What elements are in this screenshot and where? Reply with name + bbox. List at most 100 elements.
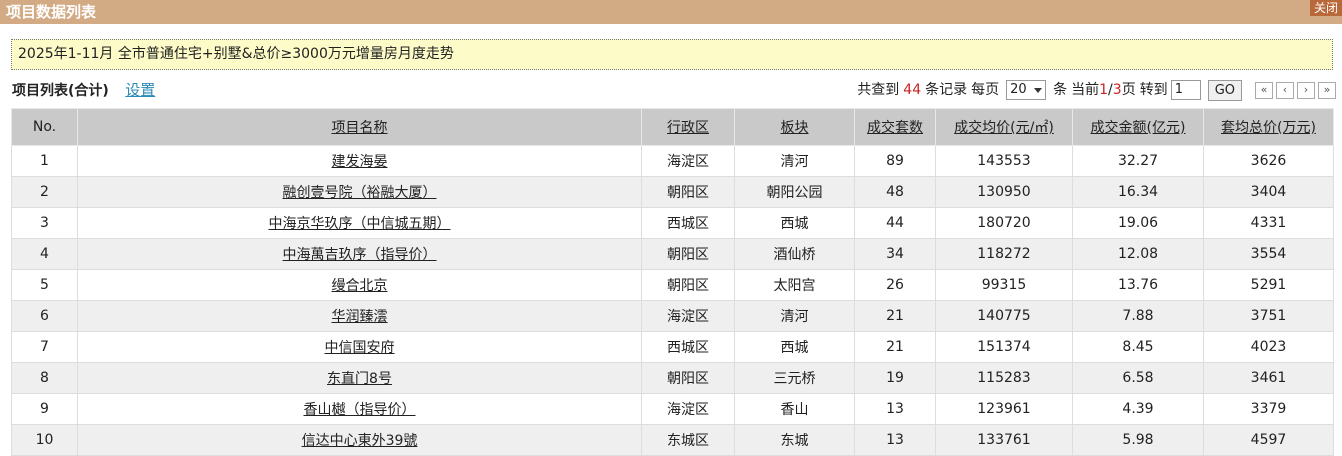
project-table: No. 项目名称 行政区 板块 成交套数 成交均价(元/㎡) 成交金额(亿元) … xyxy=(11,108,1334,456)
project-name-link[interactable]: 缦合北京 xyxy=(77,269,642,301)
cell-amount: 16.34 xyxy=(1072,176,1204,208)
cell-no: 1 xyxy=(11,145,78,177)
cell-avg-price: 133761 xyxy=(935,424,1073,456)
cell-avg-total: 4331 xyxy=(1203,207,1334,239)
next-page-button[interactable]: › xyxy=(1297,81,1315,99)
goto-page-input[interactable]: 1 xyxy=(1170,80,1201,100)
cell-area: 东城 xyxy=(734,424,855,456)
cell-district: 海淀区 xyxy=(641,145,735,177)
go-button[interactable]: GO xyxy=(1207,79,1242,101)
page-suffix: 页 xyxy=(1121,82,1136,98)
goto-label: 转到 xyxy=(1139,82,1168,98)
cell-no: 10 xyxy=(11,424,78,456)
cell-avg-price: 180720 xyxy=(935,207,1073,239)
column-header-no: No. xyxy=(11,108,78,146)
list-title: 项目列表(合计) xyxy=(12,83,109,99)
current-page: 1 xyxy=(1099,82,1109,98)
per-page-label: 每页 xyxy=(971,82,1000,98)
column-header-name[interactable]: 项目名称 xyxy=(77,108,642,146)
column-header-avg-price[interactable]: 成交均价(元/㎡) xyxy=(935,108,1073,146)
column-header-units[interactable]: 成交套数 xyxy=(854,108,936,146)
cell-district: 朝阳区 xyxy=(641,362,735,394)
cell-units: 13 xyxy=(854,393,936,425)
prev-page-button[interactable]: ‹ xyxy=(1276,81,1294,99)
page-size-select[interactable]: 20 xyxy=(1006,80,1047,100)
project-name-link[interactable]: 中海萬吉玖序（指导价） xyxy=(77,238,642,270)
cell-units: 21 xyxy=(854,331,936,363)
cell-amount: 8.45 xyxy=(1072,331,1204,363)
column-header-avg-total[interactable]: 套均总价(万元) xyxy=(1203,108,1334,146)
column-header-district[interactable]: 行政区 xyxy=(641,108,735,146)
cell-no: 3 xyxy=(11,207,78,239)
cell-amount: 4.39 xyxy=(1072,393,1204,425)
close-button[interactable]: 关闭 xyxy=(1309,0,1342,16)
project-name-link[interactable]: 华润臻澐 xyxy=(77,300,642,332)
cell-district: 海淀区 xyxy=(641,393,735,425)
cell-amount: 12.08 xyxy=(1072,238,1204,270)
cell-avg-price: 151374 xyxy=(935,331,1073,363)
cell-area: 太阳宫 xyxy=(734,269,855,301)
cell-no: 4 xyxy=(11,238,78,270)
table-row: 9 香山樾（指导价） 海淀区 香山 13 123961 4.39 3379 xyxy=(11,393,1334,425)
list-header: 项目列表(合计) 设置 xyxy=(12,79,155,101)
cell-units: 26 xyxy=(854,269,936,301)
project-name-link[interactable]: 中海京华玖序（中信城五期） xyxy=(77,207,642,239)
cell-amount: 6.58 xyxy=(1072,362,1204,394)
cell-avg-total: 4597 xyxy=(1203,424,1334,456)
pagination-bar: 共查到 44 条记录 每页 20 条 当前 1 / 3 页 转到 1 GO « … xyxy=(857,79,1336,101)
cell-district: 海淀区 xyxy=(641,300,735,332)
last-page-button[interactable]: » xyxy=(1318,81,1336,99)
total-records: 44 xyxy=(903,82,922,98)
cell-units: 34 xyxy=(854,238,936,270)
cell-avg-total: 3751 xyxy=(1203,300,1334,332)
cell-avg-price: 130950 xyxy=(935,176,1073,208)
table-row: 6 华润臻澐 海淀区 清河 21 140775 7.88 3751 xyxy=(11,300,1334,332)
column-header-amount[interactable]: 成交金额(亿元) xyxy=(1072,108,1204,146)
column-header-area[interactable]: 板块 xyxy=(734,108,855,146)
cell-district: 朝阳区 xyxy=(641,269,735,301)
records-label: 条记录 xyxy=(925,82,968,98)
pager-prefix: 共查到 xyxy=(857,82,900,98)
cell-units: 89 xyxy=(854,145,936,177)
cell-no: 8 xyxy=(11,362,78,394)
table-row: 5 缦合北京 朝阳区 太阳宫 26 99315 13.76 5291 xyxy=(11,269,1334,301)
first-page-button[interactable]: « xyxy=(1255,81,1273,99)
cell-no: 2 xyxy=(11,176,78,208)
cell-no: 5 xyxy=(11,269,78,301)
settings-link[interactable]: 设置 xyxy=(125,81,155,99)
cell-area: 西城 xyxy=(734,207,855,239)
table-row: 2 融创壹号院（裕融大厦） 朝阳区 朝阳公园 48 130950 16.34 3… xyxy=(11,176,1334,208)
cell-avg-price: 123961 xyxy=(935,393,1073,425)
project-name-link[interactable]: 中信国安府 xyxy=(77,331,642,363)
project-name-link[interactable]: 香山樾（指导价） xyxy=(77,393,642,425)
cell-no: 7 xyxy=(11,331,78,363)
cell-avg-price: 143553 xyxy=(935,145,1073,177)
cell-avg-price: 118272 xyxy=(935,238,1073,270)
table-row: 7 中信国安府 西城区 西城 21 151374 8.45 4023 xyxy=(11,331,1334,363)
cell-district: 西城区 xyxy=(641,331,735,363)
cell-district: 朝阳区 xyxy=(641,238,735,270)
table-row: 8 东直门8号 朝阳区 三元桥 19 115283 6.58 3461 xyxy=(11,362,1334,394)
table-row: 10 信达中心東外39號 东城区 东城 13 133761 5.98 4597 xyxy=(11,424,1334,456)
cell-units: 19 xyxy=(854,362,936,394)
cell-district: 朝阳区 xyxy=(641,176,735,208)
project-name-link[interactable]: 东直门8号 xyxy=(77,362,642,394)
project-name-link[interactable]: 融创壹号院（裕融大厦） xyxy=(77,176,642,208)
notice-banner: 2025年1-11月 全市普通住宅+别墅&总价≥3000万元增量房月度走势 xyxy=(11,39,1333,70)
table-row: 3 中海京华玖序（中信城五期） 西城区 西城 44 180720 19.06 4… xyxy=(11,207,1334,239)
cell-amount: 13.76 xyxy=(1072,269,1204,301)
cell-avg-total: 3379 xyxy=(1203,393,1334,425)
cell-units: 44 xyxy=(854,207,936,239)
unit-label: 条 xyxy=(1053,82,1068,98)
cell-amount: 32.27 xyxy=(1072,145,1204,177)
cell-avg-price: 115283 xyxy=(935,362,1073,394)
cell-district: 西城区 xyxy=(641,207,735,239)
cell-amount: 7.88 xyxy=(1072,300,1204,332)
project-name-link[interactable]: 建发海晏 xyxy=(77,145,642,177)
table-row: 1 建发海晏 海淀区 清河 89 143553 32.27 3626 xyxy=(11,145,1334,177)
cell-amount: 19.06 xyxy=(1072,207,1204,239)
window-title: 项目数据列表 xyxy=(6,3,97,21)
cell-no: 6 xyxy=(11,300,78,332)
cell-avg-total: 3461 xyxy=(1203,362,1334,394)
project-name-link[interactable]: 信达中心東外39號 xyxy=(77,424,642,456)
